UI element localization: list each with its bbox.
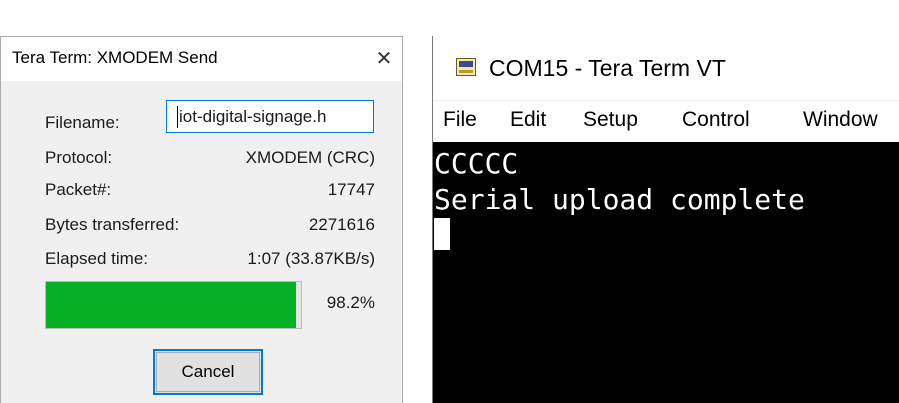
filename-label: Filename: [45, 113, 120, 132]
protocol-value: XMODEM (CRC) [245, 148, 375, 167]
protocol-row: Protocol: XMODEM (CRC) [1, 145, 402, 173]
terminal-cursor [434, 218, 450, 250]
dialog-titlebar[interactable]: Tera Term: XMODEM Send ✕ [1, 37, 402, 81]
packet-label: Packet#: [45, 180, 112, 199]
packet-row: Packet#: 17747 [1, 177, 402, 205]
cancel-button[interactable]: Cancel [153, 349, 263, 395]
bytes-row: Bytes transferred: 2271616 [1, 212, 402, 240]
progress-percent: 98.2% [326, 293, 375, 312]
elapsed-row: Elapsed time: 1:07 (33.87KB/s) [1, 246, 402, 274]
protocol-label: Protocol: [45, 148, 113, 167]
menu-bar: File Edit Setup Control Window [433, 100, 899, 143]
filename-row: Filename: iot-digital-signage.h [1, 100, 402, 133]
vt-titlebar[interactable]: COM15 - Tera Term VT [433, 36, 899, 100]
menu-setup[interactable]: Setup [583, 108, 638, 132]
xmodem-send-dialog: Tera Term: XMODEM Send ✕ Filename: iot-d… [0, 36, 403, 403]
text-caret [177, 106, 178, 128]
progress-fill [46, 282, 297, 328]
menu-edit[interactable]: Edit [510, 108, 546, 132]
terminal-line: Serial upload complete [434, 183, 805, 216]
menu-control[interactable]: Control [682, 108, 750, 132]
elapsed-label: Elapsed time: [45, 249, 148, 268]
bytes-label: Bytes transferred: [45, 215, 180, 234]
vt-window-title: COM15 - Tera Term VT [489, 55, 726, 81]
packet-value: 17747 [327, 180, 375, 199]
filename-field[interactable]: iot-digital-signage.h [166, 100, 374, 133]
elapsed-value: 1:07 (33.87KB/s) [247, 249, 375, 268]
progress-bar [45, 281, 302, 329]
dialog-title: Tera Term: XMODEM Send [12, 48, 218, 67]
terminal-screen[interactable]: CCCCC Serial upload complete [433, 142, 899, 403]
close-icon[interactable]: ✕ [366, 37, 402, 81]
bytes-value: 2271616 [308, 215, 375, 234]
menu-file[interactable]: File [443, 108, 477, 132]
menu-window[interactable]: Window [803, 108, 878, 132]
filename-value: iot-digital-signage.h [179, 107, 327, 126]
tera-term-vt-window: COM15 - Tera Term VT File Edit Setup Con… [432, 36, 899, 403]
terminal-line: CCCCC [434, 147, 519, 180]
tera-term-vt-icon [456, 58, 476, 76]
